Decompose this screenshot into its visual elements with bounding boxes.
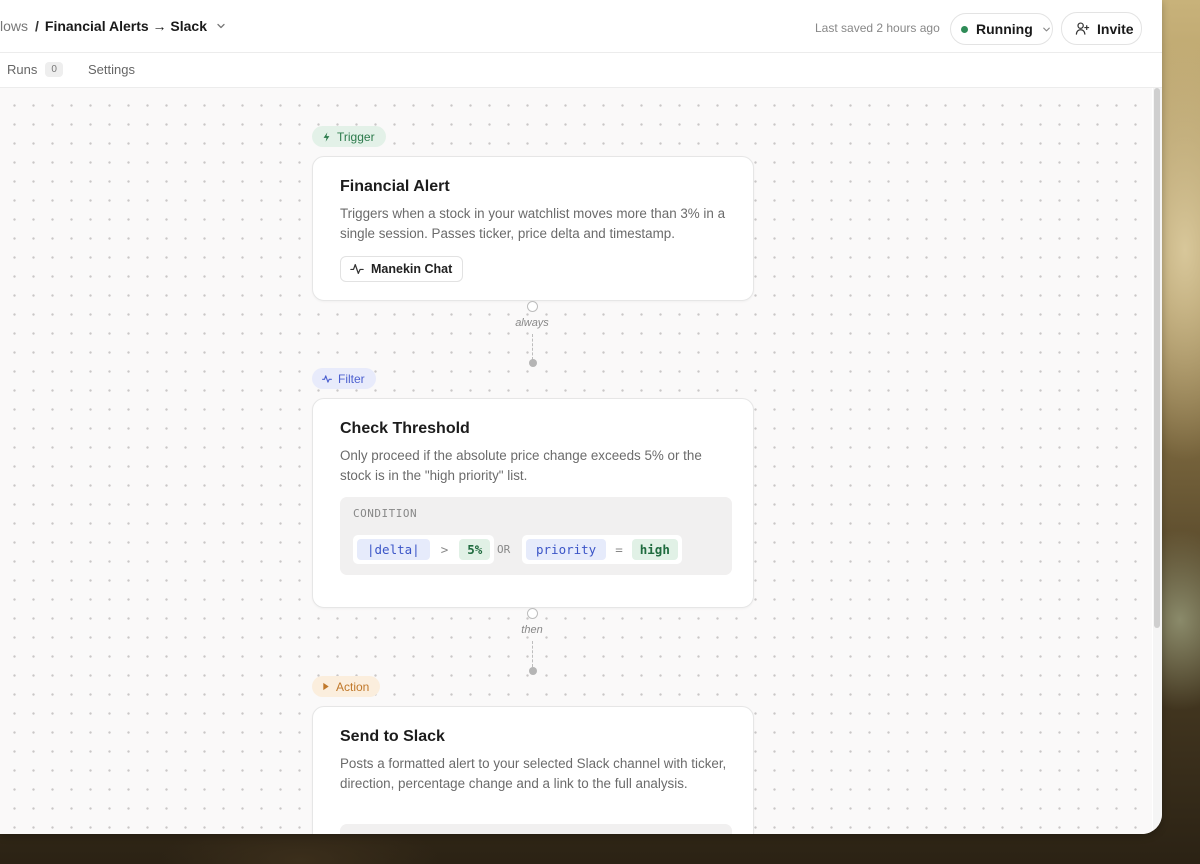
tab-settings-label: Settings (88, 62, 135, 77)
filter-node-title: Check Threshold (340, 420, 470, 437)
app-window: lows / Financial Alerts → Slack Last sav… (0, 0, 1162, 834)
play-icon (322, 682, 330, 691)
condition-operator: > (440, 542, 449, 557)
condition-value: 5% (459, 539, 491, 560)
canvas-scrollbar[interactable] (1153, 88, 1162, 834)
input-port[interactable] (529, 667, 537, 675)
workflow-title[interactable]: Financial Alerts → Slack (45, 18, 207, 34)
lightning-icon (322, 131, 331, 142)
status-indicator-dot (961, 25, 968, 33)
tab-runs[interactable]: Runs 0 (7, 62, 63, 77)
trigger-node-description: Triggers when a stock in your watchlist … (340, 206, 726, 241)
condition-block[interactable]: CONDITION |delta| > 5% OR priority = hig… (340, 497, 732, 575)
condition-label: CONDITION (353, 507, 418, 520)
breadcrumb-parent-link[interactable]: lows (0, 18, 28, 34)
connector-trigger-filter: always (515, 301, 549, 369)
top-bar: lows / Financial Alerts → Slack Last sav… (0, 0, 1162, 53)
output-port[interactable] (527, 301, 538, 312)
condition-joiner: OR (497, 543, 511, 556)
chevron-down-icon[interactable] (215, 20, 227, 32)
tab-bar: Runs 0 Settings (0, 53, 1162, 88)
output-port[interactable] (527, 608, 538, 619)
input-port[interactable] (529, 359, 537, 367)
action-tag-label: Action (336, 679, 370, 694)
trigger-tag-label: Trigger (337, 129, 375, 144)
integration-chip[interactable]: Manekin Chat (340, 256, 464, 282)
connector-filter-action: then (521, 608, 543, 676)
filter-tag: Filter (312, 368, 376, 389)
chevron-down-icon (1041, 24, 1052, 35)
tab-runs-label: Runs (7, 62, 38, 77)
condition-operator: = (615, 542, 623, 557)
status-label: Running (976, 21, 1033, 37)
status-dropdown[interactable]: Running (950, 13, 1053, 45)
action-node-card[interactable]: Send to Slack Posts a formatted alert to… (312, 706, 754, 834)
integration-chip-label: Manekin Chat (371, 262, 453, 276)
breadcrumb: lows / Financial Alerts → Slack (0, 18, 227, 34)
filter-tag-label: Filter (338, 371, 365, 386)
action-node-title: Send to Slack (340, 728, 445, 745)
runs-count-badge: 0 (45, 62, 63, 77)
trigger-node-title: Financial Alert (340, 178, 450, 195)
connector-label: then (521, 624, 543, 636)
tab-settings[interactable]: Settings (88, 62, 135, 77)
connector-label: always (515, 317, 549, 329)
filter-node-card[interactable]: Check Threshold Only proceed if the abso… (312, 398, 754, 608)
condition-variable: priority (526, 539, 607, 560)
connector-line (532, 641, 533, 667)
activity-icon (322, 374, 332, 384)
user-plus-icon (1075, 21, 1090, 36)
last-saved-text: Last saved 2 hours ago (815, 21, 940, 35)
condition-expression-left[interactable]: |delta| > 5% (353, 535, 495, 564)
action-config-block[interactable] (340, 824, 732, 834)
condition-expression-right[interactable]: priority = high (522, 535, 682, 564)
scrollbar-thumb[interactable] (1154, 88, 1160, 628)
action-tag: Action (312, 676, 381, 697)
condition-value: high (631, 539, 678, 560)
breadcrumb-separator: / (35, 18, 39, 34)
invite-button[interactable]: Invite (1061, 12, 1142, 45)
action-node-description: Posts a formatted alert to your selected… (340, 756, 727, 791)
connector-line (532, 334, 533, 360)
trigger-node-card[interactable]: Financial Alert Triggers when a stock in… (312, 156, 754, 301)
trigger-tag: Trigger (312, 126, 386, 147)
invite-label: Invite (1097, 20, 1134, 37)
filter-node-description: Only proceed if the absolute price chang… (340, 448, 702, 483)
activity-icon (350, 262, 364, 276)
condition-variable: |delta| (357, 539, 430, 560)
